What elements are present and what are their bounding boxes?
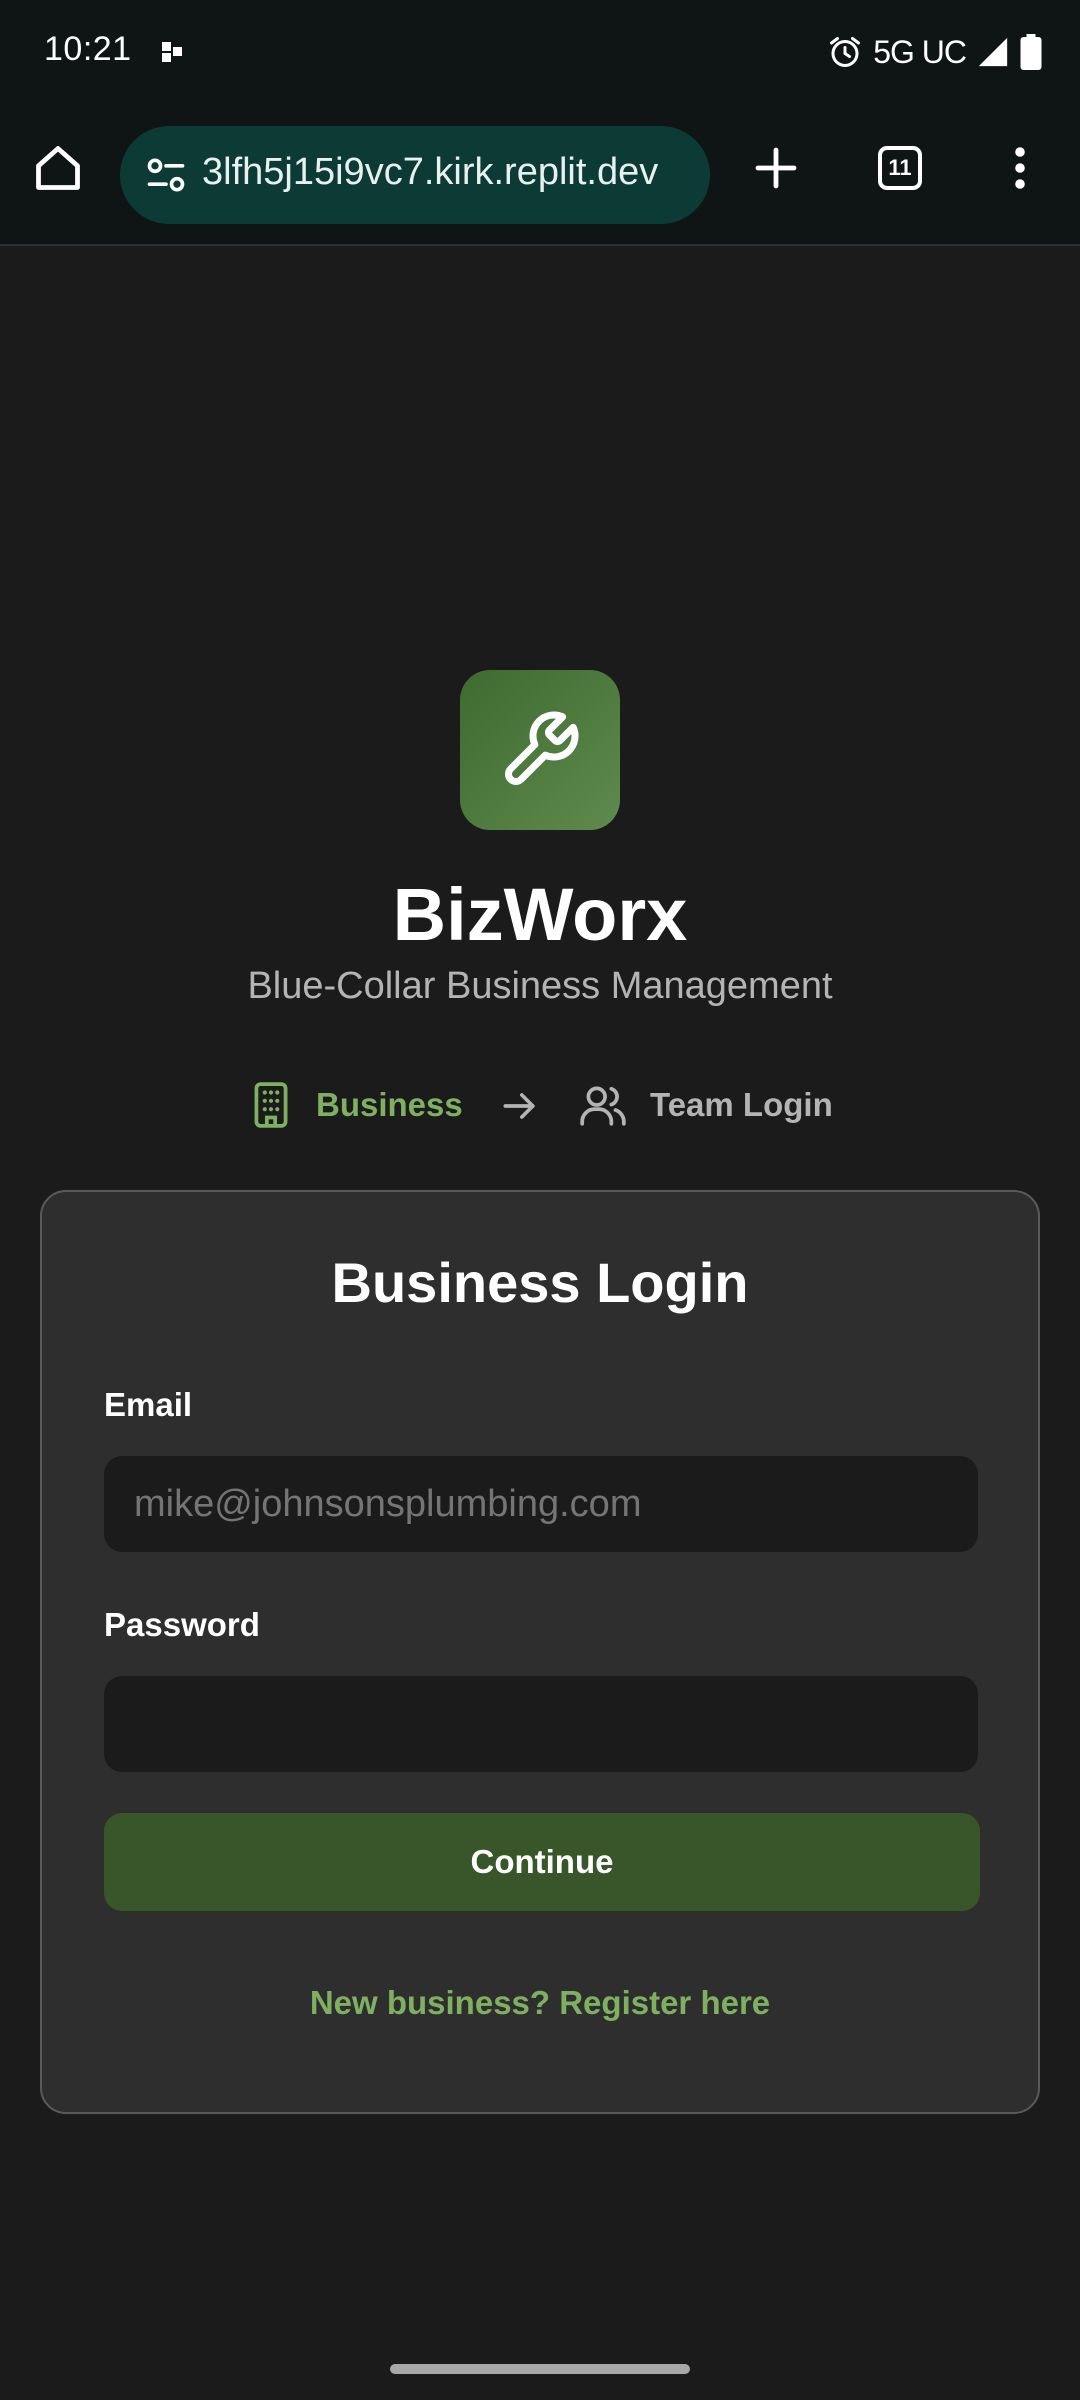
card-title: Business Login	[331, 1251, 749, 1314]
login-card: Business Login Email Password Continue N…	[40, 1190, 1040, 2114]
login-steps: Business Team Login	[0, 1076, 1080, 1136]
site-settings-button[interactable]	[138, 147, 194, 203]
email-label: Email	[104, 1386, 193, 1423]
step-team-login[interactable]: Team Login	[650, 1086, 833, 1124]
notification-dot-icon	[162, 42, 182, 62]
home-indicator[interactable]	[390, 2364, 690, 2374]
building-icon	[254, 1082, 288, 1128]
status-icons: 5G UC	[827, 30, 1042, 74]
email-field[interactable]	[104, 1456, 978, 1552]
tabs-icon: 11	[878, 146, 922, 190]
arrow-right-icon	[503, 1093, 535, 1119]
menu-button[interactable]	[984, 132, 1056, 204]
battery-icon	[1020, 34, 1042, 70]
app-logo	[460, 670, 620, 830]
register-link[interactable]: New business? Register here	[42, 1984, 1038, 2022]
tab-count: 11	[888, 155, 912, 180]
continue-button[interactable]: Continue	[104, 1813, 980, 1911]
password-label: Password	[104, 1606, 260, 1643]
tabs-button[interactable]: 11	[864, 132, 936, 204]
home-button[interactable]	[22, 132, 94, 204]
alarm-icon	[830, 37, 861, 67]
step-business[interactable]: Business	[316, 1086, 463, 1124]
menu-icon	[1015, 147, 1025, 189]
status-time: 10:21	[44, 30, 132, 68]
home-icon	[36, 146, 80, 190]
site-settings-icon	[147, 158, 185, 192]
new-tab-icon	[755, 147, 797, 189]
status-bar: 10:21 5G UC	[0, 0, 1080, 108]
new-tab-button[interactable]	[740, 132, 812, 204]
password-field[interactable]	[104, 1676, 978, 1772]
users-icon	[580, 1086, 626, 1126]
network-type: 5G UC	[873, 33, 967, 70]
signal-icon	[978, 37, 1008, 67]
url-text: 3lfh5j15i9vc7.kirk.replit.dev	[202, 151, 659, 193]
url-bar[interactable]: 3lfh5j15i9vc7.kirk.replit.dev	[120, 126, 710, 224]
app-title: BizWorx	[392, 873, 688, 956]
app-subtitle: Blue-Collar Business Management	[247, 965, 833, 1007]
browser-toolbar: 3lfh5j15i9vc7.kirk.replit.dev 11	[0, 108, 1080, 246]
wrench-icon	[505, 711, 579, 785]
